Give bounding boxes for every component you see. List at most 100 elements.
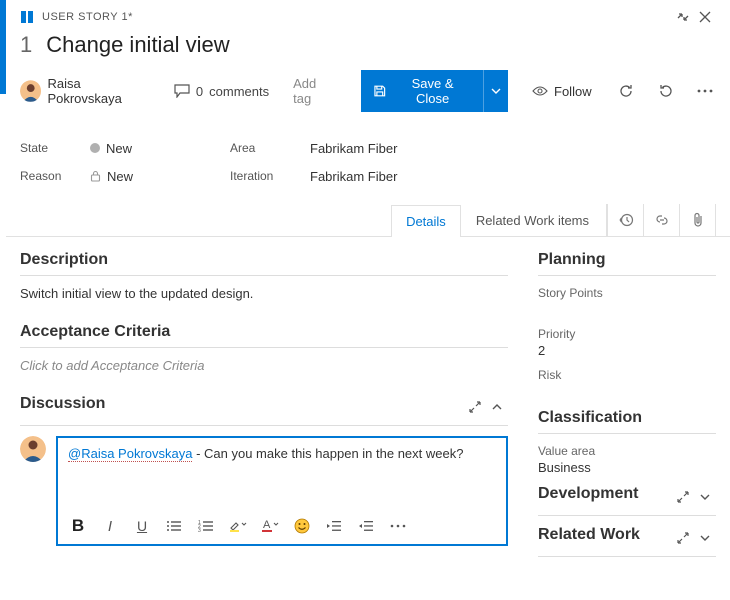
bullet-list-icon [166,520,182,532]
svg-text:A: A [263,519,271,531]
story-points-label: Story Points [538,286,716,300]
value-area-field[interactable]: Business [538,460,716,475]
eye-icon [532,85,548,97]
editor-italic-button[interactable]: I [98,514,122,538]
state-field[interactable]: New [90,141,230,156]
close-icon[interactable] [694,6,716,28]
add-tag-button[interactable]: Add tag [287,74,343,108]
chevron-up-icon [492,403,502,411]
editor-indent-button[interactable] [354,514,378,538]
lock-icon [90,170,101,182]
undo-icon [658,83,674,99]
history-icon [618,212,634,228]
iteration-label: Iteration [230,169,310,183]
numbered-list-icon: 123 [198,520,214,532]
work-item-title[interactable]: Change initial view [46,32,229,58]
chevron-down-icon [700,534,710,542]
reason-label: Reason [20,169,90,183]
ellipsis-icon [390,524,406,528]
risk-field[interactable] [538,384,716,399]
link-icon [654,212,670,228]
refresh-button[interactable] [616,80,637,102]
restore-window-icon[interactable] [672,6,694,28]
development-heading: Development [538,485,638,503]
iteration-field[interactable]: Fabrikam Fiber [310,169,397,184]
expand-icon [469,401,481,413]
classification-heading: Classification [538,409,716,427]
indent-icon [358,520,374,532]
discussion-textarea[interactable]: @Raisa Pokrovskaya - Can you make this h… [58,438,506,508]
save-icon [373,84,387,98]
svg-text:3: 3 [198,528,201,532]
priority-label: Priority [538,327,716,341]
comments-count: 0 [196,84,203,99]
state-label: State [20,141,90,155]
acceptance-criteria-heading: Acceptance Criteria [20,323,508,341]
discussion-expand-button[interactable] [464,396,486,418]
revert-button[interactable] [655,80,676,102]
discussion-text: - Can you make this happen in the next w… [192,446,463,461]
area-field[interactable]: Fabrikam Fiber [310,141,397,156]
description-heading: Description [20,251,508,269]
tab-related-work-items[interactable]: Related Work items [461,204,604,236]
comments-label: comments [209,84,269,99]
mention[interactable]: @Raisa Pokrovskaya [68,446,192,462]
attachment-icon [691,212,705,228]
tab-links[interactable] [643,204,679,236]
value-area-label: Value area [538,444,716,458]
tab-history[interactable] [607,204,643,236]
expand-icon [677,532,689,544]
work-item-id: 1 [20,32,32,58]
discussion-collapse-button[interactable] [486,396,508,418]
tab-attachments[interactable] [679,204,715,236]
highlight-icon [229,519,247,533]
user-story-type-icon [20,10,34,24]
work-item-type-label: USER STORY 1* [42,11,133,23]
editor-number-list-button[interactable]: 123 [194,514,218,538]
save-dropdown-button[interactable] [483,70,508,112]
more-actions-button[interactable] [695,80,716,102]
expand-icon [677,491,689,503]
chevron-down-icon [700,493,710,501]
development-expand-button[interactable] [672,486,694,508]
priority-field[interactable]: 2 [538,343,716,358]
save-and-close-button[interactable]: Save & Close [361,70,483,112]
related-work-expand-button[interactable] [672,527,694,549]
avatar [20,80,41,102]
emoji-icon [294,518,310,534]
editor-font-color-button[interactable]: A [258,514,282,538]
editor-bold-button[interactable]: B [66,514,90,538]
comments-button[interactable]: 0 comments [174,84,269,99]
editor-outdent-button[interactable] [322,514,346,538]
divider [538,433,716,434]
state-dot-icon [90,143,100,153]
divider [538,515,716,516]
refresh-icon [618,83,634,99]
story-points-field[interactable] [538,302,716,317]
assignee-field[interactable]: Raisa Pokrovskaya [20,76,156,106]
discussion-editor[interactable]: @Raisa Pokrovskaya - Can you make this h… [56,436,508,546]
assignee-name: Raisa Pokrovskaya [47,76,155,106]
reason-field[interactable]: New [90,169,230,184]
editor-more-button[interactable] [386,514,410,538]
editor-highlight-button[interactable] [226,514,250,538]
area-label: Area [230,141,310,155]
related-work-collapse-button[interactable] [694,527,716,549]
comment-icon [174,84,190,98]
avatar [20,436,46,462]
acceptance-criteria-input[interactable]: Click to add Acceptance Criteria [20,358,508,373]
tab-details[interactable]: Details [391,205,461,237]
editor-bullet-list-button[interactable] [162,514,186,538]
follow-button[interactable]: Follow [526,80,598,103]
editor-emoji-button[interactable] [290,514,314,538]
development-collapse-button[interactable] [694,486,716,508]
divider [538,275,716,276]
description-text[interactable]: Switch initial view to the updated desig… [20,286,508,301]
planning-heading: Planning [538,251,716,269]
divider [20,275,508,276]
divider [20,425,508,426]
divider [20,347,508,348]
outdent-icon [326,520,342,532]
editor-underline-button[interactable]: U [130,514,154,538]
work-item-color-bar [0,0,6,94]
